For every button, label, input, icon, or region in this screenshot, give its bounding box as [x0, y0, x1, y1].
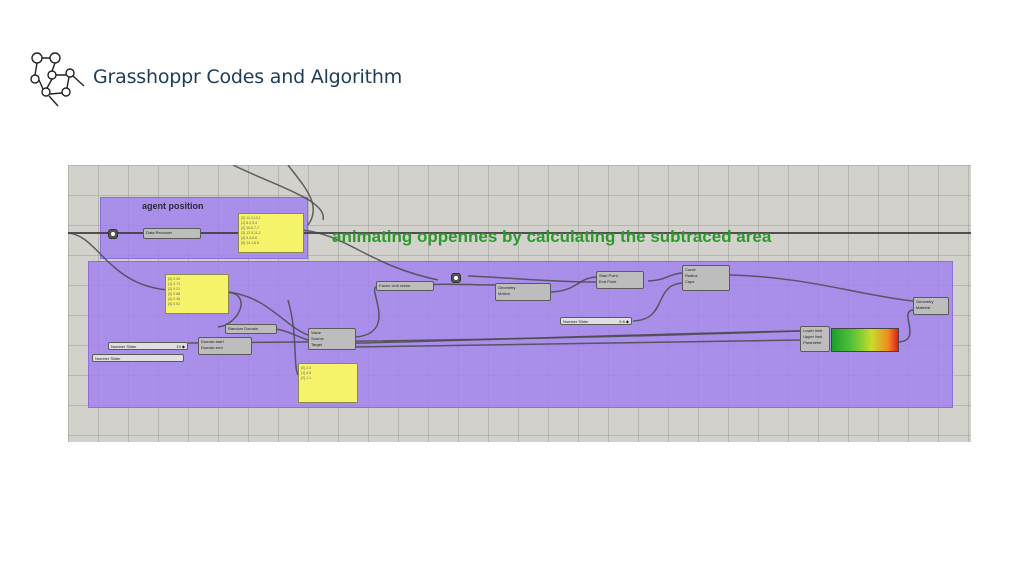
slider1-value: 10 ◆ [176, 344, 185, 349]
motion-label: Motion [498, 291, 511, 296]
domain-label: Domain [244, 326, 259, 331]
grasshopper-canvas[interactable]: agent position animating oppennes by cal… [68, 165, 971, 442]
network-logo-icon [30, 52, 85, 107]
slider3-value: 0.6 ◆ [619, 319, 629, 324]
slider3-label: Number Slider [563, 319, 589, 324]
slider2-label: Number Slider [95, 356, 121, 361]
slide-title: Grasshoppr Codes and Algorithm [93, 66, 403, 88]
gradient-bar[interactable] [831, 328, 899, 352]
data-recorder-label: Data Recorder [146, 230, 173, 235]
group-label-agent-position: agent position [142, 201, 204, 211]
canvas-annotation: animating oppennes by calculating the su… [332, 227, 772, 246]
factor-label: Factor [379, 283, 391, 288]
move-component[interactable]: Geometry Motion [495, 283, 551, 301]
gradient-component[interactable]: Lower limit Upper limit Parameter [800, 326, 830, 352]
unit-vector-component[interactable]: Factor Unit vector [376, 281, 434, 291]
pipe-component[interactable]: Curve Radius Caps [682, 265, 730, 291]
unit-vector-label: Unit vector [391, 283, 411, 288]
panel-agent-output[interactable]: {0} 11.3,10.1 {1} 8.2,9.4 {2} 15.6,7.7 {… [238, 213, 304, 253]
number-slider-2[interactable]: Number Slider [92, 354, 184, 362]
line-component[interactable]: Start Point End Point [596, 271, 644, 289]
parameter-label: Parameter [803, 340, 822, 345]
material-label: Material [916, 305, 931, 310]
domain-component-1[interactable]: Random Domain [225, 324, 277, 334]
end-point-label: End Point [599, 279, 617, 284]
panel-remapped[interactable]: {0} 2.4 {1} 6.8 {2} 1.1 [298, 363, 358, 403]
domain-end-label: Domain end [201, 345, 223, 350]
panel-values[interactable]: {0} 0.45 {1} 0.73 {2} 0.21 {3} 0.88 {4} … [165, 274, 229, 314]
remap-component[interactable]: Value Source Target [308, 328, 356, 350]
data-recorder-component[interactable]: Data Recorder [143, 228, 201, 239]
slider1-label: Number Slider [111, 344, 137, 349]
construct-domain-component[interactable]: Domain start Domain end [198, 337, 252, 355]
gear-icon[interactable] [451, 273, 461, 283]
number-slider-3[interactable]: Number Slider 0.6 ◆ [560, 317, 632, 325]
timer-icon[interactable] [108, 229, 118, 239]
caps-label: Caps [685, 279, 695, 284]
custom-preview-component[interactable]: Geometry Material [913, 297, 949, 315]
random-label: Random [228, 326, 244, 331]
target-label: Target [311, 342, 323, 347]
number-slider-1[interactable]: Number Slider 10 ◆ [108, 342, 188, 350]
